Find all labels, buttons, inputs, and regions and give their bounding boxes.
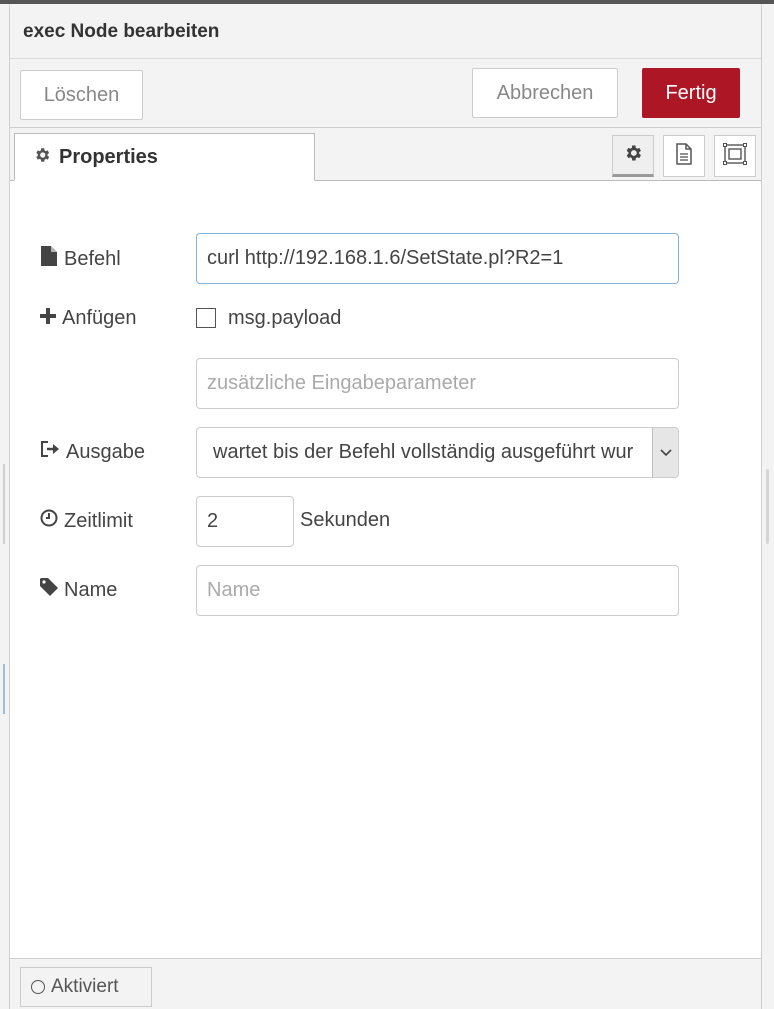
tray-footer: Aktiviert bbox=[10, 958, 761, 1009]
edit-tray: exec Node bearbeiten Löschen Abbrechen F… bbox=[10, 4, 761, 1009]
name-placeholder: Name bbox=[207, 579, 261, 601]
tray-title: exec Node bearbeiten bbox=[23, 21, 220, 42]
gutter-mark bbox=[3, 464, 5, 544]
name-label: Name bbox=[40, 578, 117, 602]
name-label-text: Name bbox=[64, 578, 118, 601]
clock-icon bbox=[40, 509, 64, 533]
left-gutter bbox=[0, 4, 10, 1009]
tray-header: exec Node bearbeiten Löschen Abbrechen F… bbox=[10, 4, 761, 128]
file-icon bbox=[40, 246, 64, 272]
circle-icon bbox=[31, 980, 45, 994]
gear-icon bbox=[623, 143, 643, 168]
append-label: Anfügen bbox=[40, 307, 137, 330]
tab-properties[interactable]: Properties bbox=[14, 133, 315, 181]
tag-icon bbox=[40, 578, 64, 602]
done-button[interactable]: Fertig bbox=[642, 68, 740, 118]
tab-bar: Properties bbox=[10, 128, 761, 181]
timeout-label: Zeitlimit bbox=[40, 509, 133, 533]
append-payload-label: msg.payload bbox=[228, 307, 342, 329]
enabled-toggle-button[interactable]: Aktiviert bbox=[20, 967, 152, 1007]
timeout-unit: Sekunden bbox=[300, 509, 391, 531]
enabled-label: Aktiviert bbox=[51, 976, 119, 997]
appearance-icon bbox=[723, 142, 747, 170]
append-label-text: Anfügen bbox=[62, 307, 137, 329]
output-select-value: wartet bis der Befehl vollständig ausgef… bbox=[213, 441, 634, 463]
scrollbar-thumb[interactable] bbox=[766, 469, 769, 544]
name-input[interactable]: Name bbox=[196, 565, 679, 616]
sign-out-icon bbox=[40, 440, 66, 464]
description-tab-button[interactable] bbox=[663, 135, 705, 177]
delete-button[interactable]: Löschen bbox=[20, 70, 143, 120]
extra-args-placeholder: zusätzliche Eingabeparameter bbox=[207, 372, 477, 394]
timeout-input[interactable]: 2 bbox=[196, 496, 294, 547]
output-label: Ausgabe bbox=[40, 440, 145, 464]
output-select[interactable]: wartet bis der Befehl vollständig ausgef… bbox=[196, 427, 679, 478]
settings-tab-button[interactable] bbox=[612, 135, 654, 177]
extra-args-input[interactable]: zusätzliche Eingabeparameter bbox=[196, 358, 679, 409]
command-input[interactable]: curl http://192.168.1.6/SetState.pl?R2=1 bbox=[196, 233, 679, 284]
appearance-tab-button[interactable] bbox=[714, 135, 756, 177]
command-label-text: Befehl bbox=[64, 247, 121, 270]
append-payload-checkbox[interactable] bbox=[196, 308, 216, 328]
cancel-button[interactable]: Abbrechen bbox=[472, 68, 618, 118]
scrollbar-track[interactable] bbox=[761, 4, 774, 1009]
output-label-text: Ausgabe bbox=[66, 440, 145, 463]
command-label: Befehl bbox=[40, 246, 121, 272]
chevron-down-icon[interactable] bbox=[652, 428, 678, 477]
tab-properties-label: Properties bbox=[59, 145, 158, 168]
plus-icon bbox=[40, 307, 62, 330]
header-divider bbox=[10, 58, 761, 59]
timeout-label-text: Zeitlimit bbox=[64, 509, 133, 532]
description-icon bbox=[674, 142, 694, 170]
gutter-mark bbox=[3, 664, 5, 714]
gear-icon bbox=[33, 146, 51, 169]
